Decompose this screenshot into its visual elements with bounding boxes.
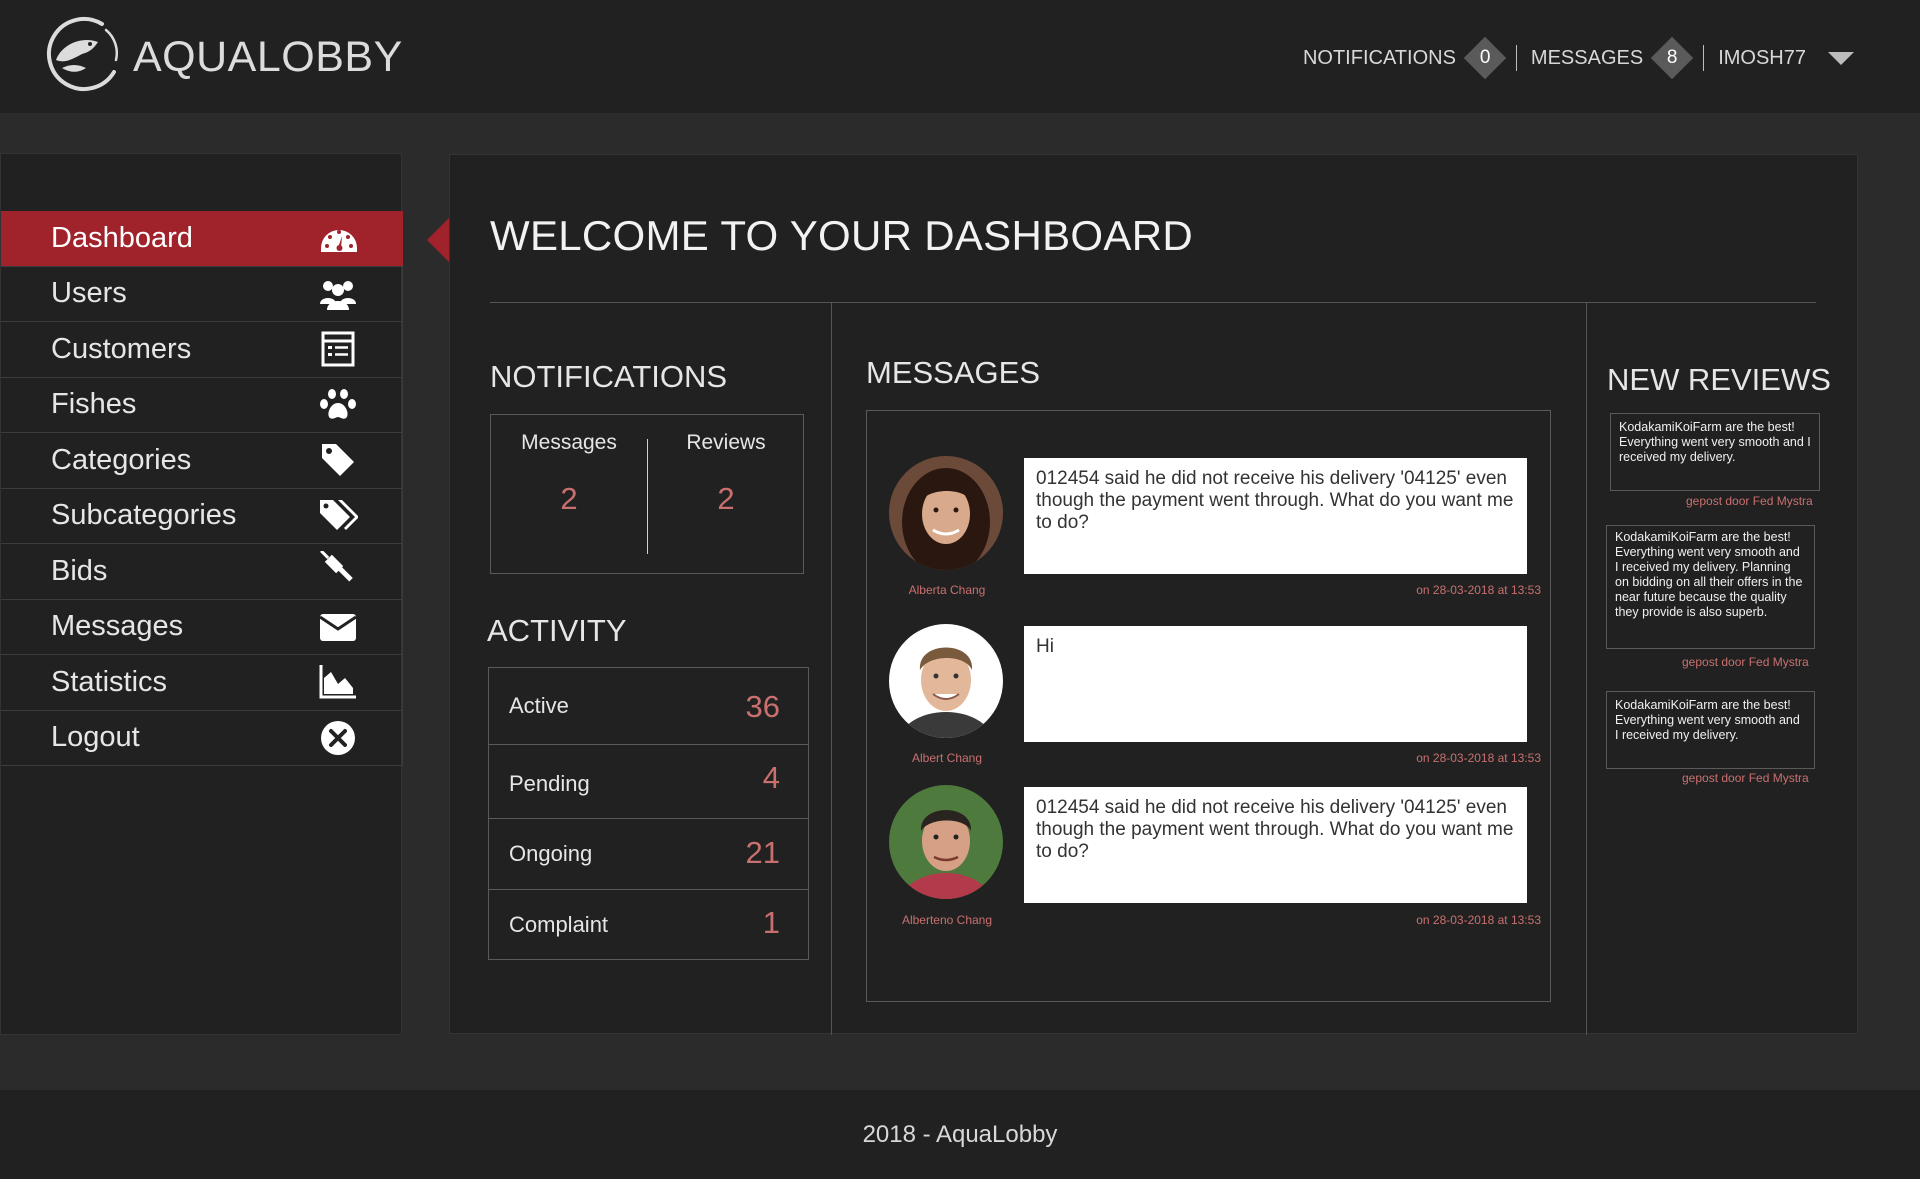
sidebar-item-label: Logout — [51, 721, 140, 754]
messages-heading: MESSAGES — [866, 355, 1040, 390]
sidebar-item-label: Dashboard — [51, 221, 193, 254]
avatar[interactable] — [889, 785, 1003, 899]
brand-name[interactable]: AQUALOBBY — [133, 33, 403, 82]
sidebar-item-label: Categories — [51, 443, 192, 476]
message-date: on 28-03-2018 at 13:53 — [1416, 913, 1541, 927]
activity-value: 36 — [745, 689, 780, 724]
activity-label: Complaint — [509, 912, 609, 937]
sidebar-item-customers[interactable]: Customers — [1, 322, 403, 378]
message-author[interactable]: Albert Chang — [867, 751, 1027, 765]
top-bar: AQUALOBBY NOTIFICATIONS 0 MESSAGES 8 IMO… — [0, 0, 1920, 113]
sidebar-item-label: Customers — [51, 332, 192, 365]
activity-table: Active 36 Pending 4 Ongoing 21 Complaint… — [488, 667, 809, 960]
activity-value: 1 — [762, 905, 780, 940]
sidebar-item-fishes[interactable]: Fishes — [1, 377, 403, 433]
paw-icon — [318, 385, 358, 425]
review-card[interactable]: KodakamiKoiFarm are the best! Everything… — [1610, 413, 1820, 491]
review-card[interactable]: KodakamiKoiFarm are the best! Everything… — [1606, 691, 1815, 769]
activity-row-complaint[interactable]: Complaint 1 — [489, 890, 808, 959]
avatar[interactable] — [889, 624, 1003, 738]
activity-label: Active — [509, 693, 569, 718]
messages-label: MESSAGES — [1530, 46, 1644, 69]
notifications-summary: Messages 2 Reviews 2 — [490, 414, 804, 574]
tag-icon — [318, 440, 358, 480]
sidebar-item-label: Subcategories — [51, 499, 237, 532]
tags-icon — [318, 496, 359, 536]
messages-link[interactable]: MESSAGES 8 — [1530, 36, 1694, 80]
messages-badge: 8 — [1650, 36, 1694, 80]
activity-row-pending[interactable]: Pending 4 — [489, 745, 808, 819]
sidebar-item-label: Bids — [51, 554, 108, 587]
sidebar-menu: Dashboard Users Customers Fishes Categor… — [1, 211, 403, 766]
sidebar-item-dashboard[interactable]: Dashboard — [1, 211, 403, 267]
notification-reviews-count: 2 — [717, 481, 735, 516]
gavel-icon — [318, 550, 358, 591]
message-author[interactable]: Alberteno Chang — [867, 913, 1027, 927]
dashboard-icon — [319, 218, 359, 258]
notification-messages-label: Messages — [521, 431, 617, 454]
sidebar-item-label: Fishes — [51, 388, 137, 421]
koi-logo-icon[interactable] — [42, 14, 124, 96]
review-author[interactable]: gepost door Fed Mystra — [1682, 771, 1809, 785]
customers-icon — [318, 329, 358, 369]
activity-heading: ACTIVITY — [487, 613, 627, 648]
nav-divider — [1515, 45, 1517, 71]
avatar[interactable] — [889, 456, 1003, 570]
message-date: on 28-03-2018 at 13:53 — [1416, 751, 1541, 765]
notification-reviews-label: Reviews — [686, 431, 766, 454]
activity-value: 4 — [762, 760, 780, 795]
messages-list: Alberta Chang 012454 said he did not rec… — [866, 410, 1551, 1002]
notifications-link[interactable]: NOTIFICATIONS 0 — [1302, 36, 1507, 80]
divider — [490, 302, 1816, 303]
sidebar-item-users[interactable]: Users — [1, 266, 403, 322]
review-author[interactable]: gepost door Fed Mystra — [1682, 655, 1809, 669]
message-author[interactable]: Alberta Chang — [867, 583, 1027, 597]
activity-label: Pending — [509, 771, 590, 796]
sidebar-item-messages[interactable]: Messages — [1, 599, 403, 655]
notifications-label: NOTIFICATIONS — [1302, 46, 1456, 69]
sidebar-item-categories[interactable]: Categories — [1, 433, 403, 489]
reviews-heading: NEW REVIEWS — [1607, 362, 1831, 397]
sidebar: Dashboard Users Customers Fishes Categor… — [0, 153, 403, 1035]
sidebar-item-statistics[interactable]: Statistics — [1, 655, 403, 711]
sidebar-item-label: Messages — [51, 610, 184, 643]
notification-messages-count: 2 — [560, 481, 578, 516]
sidebar-item-label: Statistics — [51, 665, 168, 698]
nav-divider — [1703, 45, 1705, 71]
page-title: WELCOME TO YOUR DASHBOARD — [490, 212, 1193, 259]
user-menu[interactable]: IMOSH77 — [1718, 47, 1854, 70]
activity-row-ongoing[interactable]: Ongoing 21 — [489, 819, 808, 890]
review-card[interactable]: KodakamiKoiFarm are the best! Everything… — [1606, 525, 1815, 649]
envelope-icon — [318, 607, 358, 647]
activity-label: Ongoing — [509, 841, 593, 866]
review-author[interactable]: gepost door Fed Mystra — [1686, 494, 1813, 508]
sidebar-item-label: Users — [51, 277, 127, 310]
activity-value: 21 — [745, 835, 780, 870]
notification-messages[interactable]: Messages 2 — [491, 415, 647, 575]
notifications-heading: NOTIFICATIONS — [490, 359, 728, 394]
close-circle-icon — [318, 718, 358, 758]
activity-row-active[interactable]: Active 36 — [489, 668, 808, 745]
sidebar-item-bids[interactable]: Bids — [1, 544, 403, 600]
top-nav: NOTIFICATIONS 0 MESSAGES 8 IMOSH77 — [1302, 36, 1854, 80]
message-text[interactable]: Hi — [1024, 626, 1527, 742]
message-text[interactable]: 012454 said he did not receive his deliv… — [1024, 787, 1527, 903]
area-chart-icon — [318, 662, 358, 702]
column-divider — [1586, 303, 1587, 1035]
sidebar-item-logout[interactable]: Logout — [1, 710, 403, 766]
username-label: IMOSH77 — [1718, 46, 1806, 69]
users-icon — [318, 274, 358, 314]
message-date: on 28-03-2018 at 13:53 — [1416, 583, 1541, 597]
message-text[interactable]: 012454 said he did not receive his deliv… — [1024, 458, 1527, 574]
notification-reviews[interactable]: Reviews 2 — [648, 415, 804, 575]
chevron-down-icon[interactable] — [1828, 51, 1854, 65]
footer-text: 2018 - AquaLobby — [862, 1121, 1058, 1148]
footer: 2018 - AquaLobby — [0, 1090, 1920, 1179]
notifications-badge: 0 — [1463, 36, 1507, 80]
dashboard-panel: WELCOME TO YOUR DASHBOARD NOTIFICATIONS … — [449, 154, 1858, 1035]
sidebar-item-subcategories[interactable]: Subcategories — [1, 488, 403, 544]
active-pointer — [427, 218, 449, 262]
column-divider — [831, 303, 832, 1035]
